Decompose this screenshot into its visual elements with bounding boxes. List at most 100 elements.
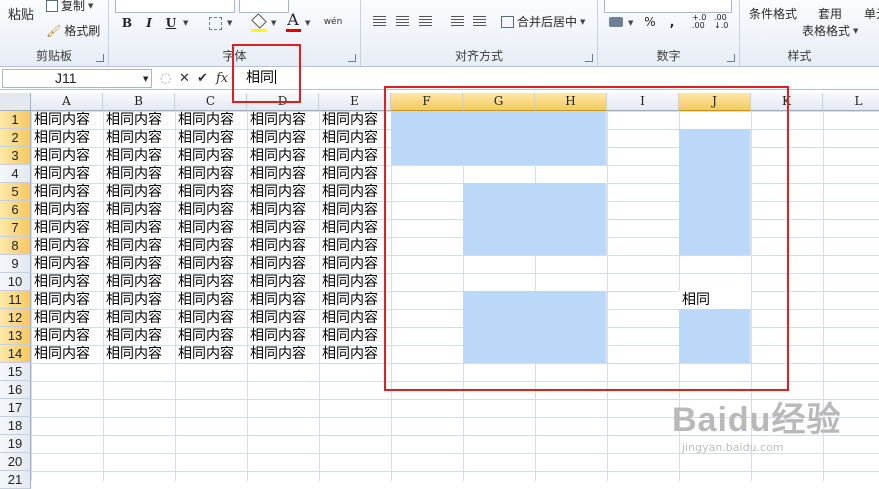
row-header-9[interactable]: 9 [0, 255, 31, 273]
cell-c8[interactable]: 相同内容 [175, 237, 247, 255]
cell-d10[interactable]: 相同内容 [247, 273, 319, 291]
bold-button[interactable]: B [117, 14, 137, 32]
cell-b1[interactable]: 相同内容 [103, 111, 175, 129]
row-header-16[interactable]: 16 [0, 381, 31, 399]
cell-c4[interactable]: 相同内容 [175, 165, 247, 183]
align-center-icon[interactable] [392, 12, 412, 30]
cell-e1[interactable]: 相同内容 [319, 111, 391, 129]
cell-b12[interactable]: 相同内容 [103, 309, 175, 327]
font-color-dropdown-icon[interactable]: ▼ [305, 19, 310, 27]
cancel-icon[interactable]: ✕ [179, 70, 190, 87]
row-header-3[interactable]: 3 [0, 147, 31, 165]
cell-b2[interactable]: 相同内容 [103, 129, 175, 147]
cell-c14[interactable]: 相同内容 [175, 345, 247, 363]
cell-b6[interactable]: 相同内容 [103, 201, 175, 219]
name-box-dropdown-icon[interactable]: ▼ [143, 75, 148, 83]
cell-c1[interactable]: 相同内容 [175, 111, 247, 129]
decrease-indent-icon[interactable] [447, 12, 467, 30]
cell-a12[interactable]: 相同内容 [31, 309, 103, 327]
cell-c13[interactable]: 相同内容 [175, 327, 247, 345]
row-header-10[interactable]: 10 [0, 273, 31, 291]
row-header-15[interactable]: 15 [0, 363, 31, 381]
cell-e12[interactable]: 相同内容 [319, 309, 391, 327]
selected-range[interactable] [463, 291, 607, 363]
borders-icon[interactable] [205, 14, 225, 32]
fill-dropdown-icon[interactable]: ▼ [271, 19, 276, 27]
row-header-7[interactable]: 7 [0, 219, 31, 237]
enter-icon[interactable]: ✔ [197, 70, 208, 87]
column-header-d[interactable]: D [247, 93, 319, 111]
cell-a11[interactable]: 相同内容 [31, 291, 103, 309]
currency-dropdown-icon[interactable]: ▼ [628, 19, 633, 27]
cell-c11[interactable]: 相同内容 [175, 291, 247, 309]
insert-function-icon[interactable]: fx [216, 70, 228, 87]
cell-b5[interactable]: 相同内容 [103, 183, 175, 201]
cell-e11[interactable]: 相同内容 [319, 291, 391, 309]
row-header-1[interactable]: 1 [0, 111, 31, 129]
cell-j11[interactable]: 相同 [679, 291, 751, 309]
percent-button[interactable]: % [640, 13, 660, 31]
cell-a3[interactable]: 相同内容 [31, 147, 103, 165]
cell-b4[interactable]: 相同内容 [103, 165, 175, 183]
decrease-decimal-button[interactable]: .00 ↓.0 [714, 13, 734, 31]
cell-c12[interactable]: 相同内容 [175, 309, 247, 327]
column-header-a[interactable]: A [31, 93, 103, 111]
cell-a14[interactable]: 相同内容 [31, 345, 103, 363]
cell-d1[interactable]: 相同内容 [247, 111, 319, 129]
row-header-12[interactable]: 12 [0, 309, 31, 327]
row-header-6[interactable]: 6 [0, 201, 31, 219]
selected-range[interactable] [391, 111, 607, 165]
column-header-e[interactable]: E [319, 93, 391, 111]
cell-d6[interactable]: 相同内容 [247, 201, 319, 219]
cell-b11[interactable]: 相同内容 [103, 291, 175, 309]
fill-color-icon[interactable] [249, 12, 269, 30]
name-box[interactable]: J11 [2, 69, 152, 88]
cell-e6[interactable]: 相同内容 [319, 201, 391, 219]
underline-dropdown-icon[interactable]: ▼ [183, 19, 188, 27]
cell-d11[interactable]: 相同内容 [247, 291, 319, 309]
cell-d13[interactable]: 相同内容 [247, 327, 319, 345]
cell-d2[interactable]: 相同内容 [247, 129, 319, 147]
dialog-launcher-icon[interactable] [348, 54, 356, 62]
underline-button[interactable]: U [161, 14, 181, 32]
comma-button[interactable]: , [662, 13, 682, 31]
cell-e3[interactable]: 相同内容 [319, 147, 391, 165]
column-header-i[interactable]: I [607, 93, 679, 111]
phonetic-icon[interactable]: wén [323, 13, 343, 31]
row-header-21[interactable]: 21 [0, 471, 31, 489]
cell-b13[interactable]: 相同内容 [103, 327, 175, 345]
cell-a1[interactable]: 相同内容 [31, 111, 103, 129]
row-header-8[interactable]: 8 [0, 237, 31, 255]
cell-d7[interactable]: 相同内容 [247, 219, 319, 237]
increase-decimal-button[interactable]: +.0 .00 [692, 13, 712, 31]
cell-c2[interactable]: 相同内容 [175, 129, 247, 147]
increase-indent-icon[interactable] [469, 12, 489, 30]
align-right-icon[interactable] [415, 12, 435, 30]
row-header-19[interactable]: 19 [0, 435, 31, 453]
formula-input[interactable]: 相同 [236, 69, 877, 88]
row-header-18[interactable]: 18 [0, 417, 31, 435]
column-header-l[interactable]: L [823, 93, 879, 111]
cell-e5[interactable]: 相同内容 [319, 183, 391, 201]
row-header-2[interactable]: 2 [0, 129, 31, 147]
cell-e14[interactable]: 相同内容 [319, 345, 391, 363]
cell-c3[interactable]: 相同内容 [175, 147, 247, 165]
cell-c7[interactable]: 相同内容 [175, 219, 247, 237]
cell-b3[interactable]: 相同内容 [103, 147, 175, 165]
column-header-j[interactable]: J [679, 93, 751, 111]
cell-e9[interactable]: 相同内容 [319, 255, 391, 273]
merge-center-button[interactable]: 合并后居中 ▼ [501, 13, 585, 30]
apply-table-format-button[interactable]: 套用 [818, 5, 842, 22]
cell-d12[interactable]: 相同内容 [247, 309, 319, 327]
cell-a6[interactable]: 相同内容 [31, 201, 103, 219]
row-header-5[interactable]: 5 [0, 183, 31, 201]
cell-c6[interactable]: 相同内容 [175, 201, 247, 219]
align-left-icon[interactable] [369, 12, 389, 30]
cell-b10[interactable]: 相同内容 [103, 273, 175, 291]
column-header-h[interactable]: H [535, 93, 607, 111]
selected-range[interactable] [679, 309, 751, 363]
cell-a10[interactable]: 相同内容 [31, 273, 103, 291]
font-name-combo[interactable] [115, 0, 235, 13]
cell-a9[interactable]: 相同内容 [31, 255, 103, 273]
row-header-17[interactable]: 17 [0, 399, 31, 417]
